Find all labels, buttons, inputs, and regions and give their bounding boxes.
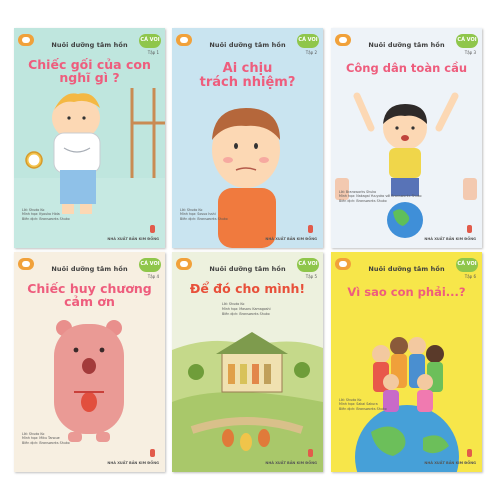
publisher-name: NHÀ XUẤT BẢN KIM ĐỒNG: [424, 237, 476, 241]
book-cover-6[interactable]: Nuôi dưỡng tâm hồn CÁ VOI Tập 6 Vì sao c…: [331, 252, 482, 472]
credit-line: Biên dịch: Bransworks Shuko: [22, 441, 70, 446]
credit-line: Biên dịch: Bransworks Shuko: [339, 407, 387, 412]
book-cover-2[interactable]: Nuôi dưỡng tâm hồn CÁ VOI Tập 2 Ai chịu …: [172, 28, 323, 248]
book-cover-4[interactable]: Nuôi dưỡng tâm hồn CÁ VOI Tập 4 Chiếc hu…: [14, 252, 165, 472]
vegetable-village-icon: [172, 332, 323, 472]
publisher-name: NHÀ XUẤT BẢN KIM ĐỒNG: [107, 461, 159, 465]
publisher-name: NHÀ XUẤT BẢN KIM ĐỒNG: [265, 461, 317, 465]
kim-dong-logo-icon: [308, 225, 313, 233]
kim-dong-logo-icon: [150, 225, 155, 233]
credit-line: Minh họa: Masaru Kamagoshi: [222, 306, 271, 311]
publisher-name: NHÀ XUẤT BẢN KIM ĐỒNG: [265, 237, 317, 241]
credits: Lời: Shudo Ko Minh họa: Sosuo Isshi Biên…: [180, 208, 228, 222]
kim-dong-logo-icon: [150, 449, 155, 457]
publisher-name: NHÀ XUẤT BẢN KIM ĐỒNG: [424, 461, 476, 465]
publisher-name: NHÀ XUẤT BẢN KIM ĐỒNG: [107, 237, 159, 241]
credits: Lời: Bransworks Shuko Minh họa: Nakagai …: [339, 190, 422, 204]
kim-dong-logo-icon: [467, 225, 472, 233]
credits: Lời: Shudo Ko Minh họa: Miku Tanoue Biên…: [22, 432, 70, 446]
kim-dong-logo-icon: [308, 449, 313, 457]
boy-on-globe-icon: [335, 92, 477, 238]
book-cover-5[interactable]: Nuôi dưỡng tâm hồn CÁ VOI Tập 5 Để đó ch…: [172, 252, 323, 472]
credits: Lời: Shudo Ko Minh họa: Sakai Sakura Biê…: [339, 398, 387, 412]
book-cover-3[interactable]: Nuôi dưỡng tâm hồn CÁ VOI Tập 3 Công dân…: [331, 28, 482, 248]
kim-dong-logo-icon: [467, 449, 472, 457]
credit-line: Biên dịch: Bransworks Shuko: [22, 217, 70, 222]
credits: Lời: Shudo Ko Minh họa: Kyouko Hida Biên…: [22, 208, 70, 222]
book-cover-1[interactable]: Nuôi dưỡng tâm hồn CÁ VOI Tập 1 Chiếc gố…: [14, 28, 165, 248]
children-on-globe-icon: [355, 337, 459, 472]
credit-line: Biên dịch: Bransworks Shuko: [222, 311, 270, 316]
credit-line: Biên dịch: Bransworks Shuko: [180, 217, 228, 222]
credits: Lời: Shudo Ko Minh họa: Masaru Kamagoshi…: [222, 302, 271, 316]
credit-line: Biên dịch: Bransworks Shuko: [339, 199, 387, 204]
